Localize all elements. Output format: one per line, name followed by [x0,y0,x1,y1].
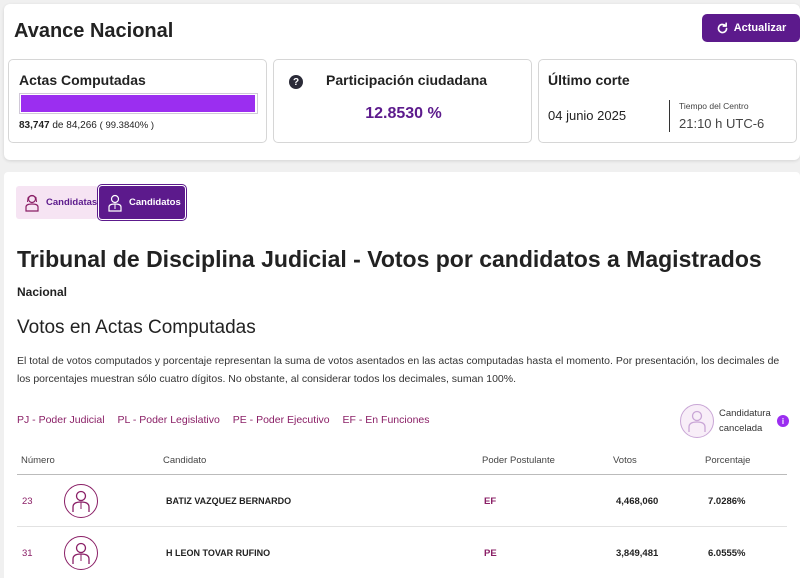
candidate-votos: 3,849,481 [616,548,659,559]
candidate-poder: PE [484,548,497,559]
corte-date: 04 junio 2025 [548,108,627,123]
tab-candidatas-label: Candidatas [46,197,98,208]
actas-progress-bar [19,93,258,114]
row-number: 31 [22,548,33,559]
male-candidate-icon [108,194,122,212]
refresh-icon [717,21,728,33]
legend-pl: PL - Poder Legislativo [117,414,220,426]
candidate-porcentaje: 6.0555% [708,548,746,559]
participacion-title: Participación ciudadana [326,72,488,88]
ultimo-corte-box: Último corte 04 junio 2025 Tiempo del Ce… [538,59,797,143]
divider [669,100,670,132]
header-numero: Número [21,455,55,466]
actas-connector: de [52,120,64,131]
tab-candidatas[interactable]: Candidatas [16,186,98,219]
refresh-button[interactable]: Actualizar [702,14,800,42]
actas-percent: ( 99.3840% ) [99,120,155,131]
actas-total: 84,266 [66,120,97,131]
poder-legend: PJ - Poder Judicial PL - Poder Legislati… [17,414,440,426]
timezone-label: Tiempo del Centro [679,101,749,111]
legend-ef: EF - En Funciones [342,414,430,426]
female-candidate-icon [25,194,39,212]
table-row[interactable]: 31 H LEON TOVAR RUFINO PE 3,849,481 6.05… [17,527,787,578]
refresh-label: Actualizar [733,22,787,34]
tab-candidatos-label: Candidatos [129,197,181,208]
tab-candidatos[interactable]: Candidatos [97,184,187,221]
candidate-name: BATIZ VAZQUEZ BERNARDO [166,496,292,506]
cancelled-candidate-avatar [680,404,714,438]
actas-title: Actas Computadas [19,72,146,88]
candidate-votos: 4,468,060 [616,496,659,507]
table-row[interactable]: 23 BATIZ VAZQUEZ BERNARDO EF 4,468,060 7… [17,475,787,527]
person-icon [72,490,90,512]
cancelled-line2: cancelada [719,423,763,434]
corte-time: 21:10 h UTC-6 [679,116,765,131]
header-candidato: Candidato [163,455,207,466]
results-card: Candidatas Candidatos Tribunal de Discip… [4,172,800,578]
header-votos: Votos [613,455,637,466]
participacion-box: ? Participación ciudadana 12.8530 % [273,59,532,143]
cancelled-legend-label: Candidatura cancelada [719,406,771,436]
section-title: Tribunal de Disciplina Judicial - Votos … [17,246,762,272]
candidate-name: H LEON TOVAR RUFINO [166,548,271,558]
header-poder: Poder Postulante [482,455,555,466]
page-title: Avance Nacional [14,20,174,42]
avance-nacional-card: Avance Nacional Actualizar Actas Computa… [4,4,800,160]
actas-computadas-box: Actas Computadas 83,747 de 84,266 ( 99.3… [8,59,267,143]
header-porcentaje: Porcentaje [705,455,751,466]
candidate-avatar [64,484,98,518]
actas-progress-fill [21,95,255,112]
help-icon[interactable]: ? [289,75,303,89]
participacion-value: 12.8530 % [365,105,442,122]
person-icon [688,410,706,432]
candidate-porcentaje: 7.0286% [708,496,746,507]
description: El total de votos computados y porcentaj… [17,355,780,385]
legend-pe: PE - Poder Ejecutivo [232,414,330,426]
person-icon [72,542,90,564]
actas-computed: 83,747 [19,120,50,131]
info-icon[interactable]: i [777,415,789,427]
votos-title: Votos en Actas Computadas [17,317,256,338]
actas-count: 83,747 de 84,266 ( 99.3840% ) [19,120,154,131]
cancelled-line1: Candidatura [719,408,771,419]
candidate-poder: EF [484,496,497,507]
legend-pj: PJ - Poder Judicial [17,414,105,426]
corte-title: Último corte [548,72,630,88]
scope-label: Nacional [17,285,68,299]
row-number: 23 [22,496,33,507]
candidate-avatar [64,536,98,570]
